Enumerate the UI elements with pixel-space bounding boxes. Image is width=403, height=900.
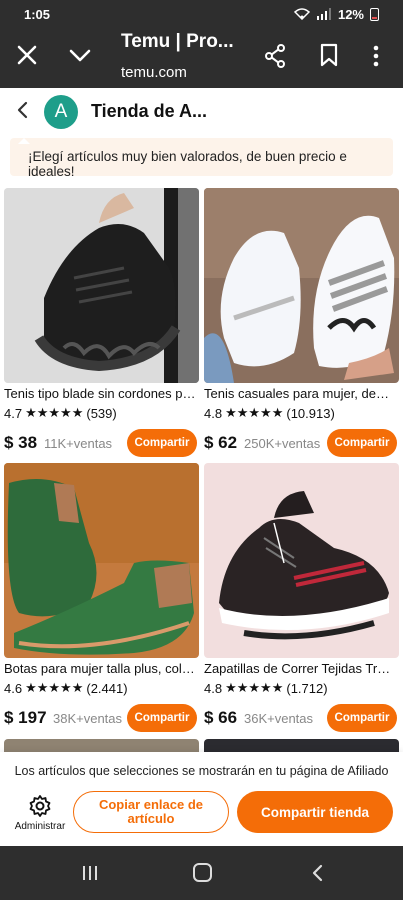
share-product-button[interactable]: Compartir xyxy=(127,704,197,732)
product-image-running-shoes[interactable] xyxy=(204,463,399,658)
bookmark-icon[interactable] xyxy=(320,43,338,67)
product-price: $ 197 xyxy=(4,708,47,727)
product-name[interactable]: Tenis casuales para mujer, deportivos... xyxy=(204,386,396,401)
rating-value: 4.6 xyxy=(4,680,23,696)
product-image-white-sneakers[interactable] xyxy=(204,188,399,383)
product-name[interactable]: Zapatillas de Correr Tejidas Transpirabl… xyxy=(204,661,396,676)
review-count: (1.712) xyxy=(286,680,328,696)
star-rating-icon: ★★★★★ xyxy=(25,680,84,695)
product-image-partial xyxy=(4,739,199,753)
battery-icon xyxy=(370,7,379,21)
copy-item-link-button[interactable]: Copiar enlace de artículo xyxy=(73,791,229,833)
signal-icon xyxy=(316,8,331,20)
product-card[interactable]: Botas para mujer talla plus, color verde… xyxy=(4,463,199,732)
status-bar: 1:05 12% xyxy=(24,6,379,22)
browser-header: 1:05 12% Temu | Pro... temu.com xyxy=(0,0,403,88)
sales-count: 250K+ventas xyxy=(244,436,321,451)
sales-count: 36K+ventas xyxy=(244,711,314,726)
star-rating-icon: ★★★★★ xyxy=(25,405,84,420)
rating-value: 4.8 xyxy=(204,405,223,421)
share-product-button[interactable]: Compartir xyxy=(127,429,197,457)
back-icon[interactable] xyxy=(311,864,323,882)
product-rating: 4.6 ★★★★★ (2.441) xyxy=(4,680,199,696)
battery-percent: 12% xyxy=(337,6,364,22)
more-options-icon[interactable] xyxy=(371,44,381,68)
status-icons: 12% xyxy=(293,6,379,22)
product-price: $ 38 xyxy=(4,433,38,452)
system-nav-bar xyxy=(0,846,403,900)
product-price: $ 66 xyxy=(204,708,238,727)
product-image-green-boots[interactable] xyxy=(4,463,199,658)
product-card[interactable]: Zapatillas de Correr Tejidas Transpirabl… xyxy=(204,463,399,732)
share-product-button[interactable]: Compartir xyxy=(327,429,397,457)
share-product-button[interactable]: Compartir xyxy=(327,704,397,732)
product-price: $ 62 xyxy=(204,433,238,452)
product-image-partial xyxy=(204,739,399,753)
manage-button[interactable]: Administrar xyxy=(14,794,66,832)
home-icon[interactable] xyxy=(193,863,212,882)
affiliate-action-panel: Los artículos que selecciones se mostrar… xyxy=(0,752,403,846)
manage-label: Administrar xyxy=(14,821,66,832)
product-rating: 4.8 ★★★★★ (1.712) xyxy=(204,680,399,696)
sales-count: 38K+ventas xyxy=(53,711,123,726)
product-image-black-sneaker[interactable] xyxy=(4,188,199,383)
product-name[interactable]: Botas para mujer talla plus, color verde xyxy=(4,661,196,676)
store-header: A Tienda de A... xyxy=(0,88,403,134)
share-icon[interactable] xyxy=(264,44,286,68)
review-count: (10.913) xyxy=(286,405,335,421)
wifi-icon xyxy=(293,8,310,20)
product-name[interactable]: Tenis tipo blade sin cordones para... xyxy=(4,386,196,401)
affiliate-info-text: Los artículos que selecciones se mostrar… xyxy=(14,764,389,778)
product-rating: 4.8 ★★★★★ (10.913) xyxy=(204,405,399,421)
chevron-down-icon[interactable] xyxy=(68,46,92,66)
page-title: Temu | Pro... xyxy=(121,31,234,52)
star-rating-icon: ★★★★★ xyxy=(225,405,284,420)
store-name: Tienda de A... xyxy=(91,101,208,121)
share-store-button[interactable]: Compartir tienda xyxy=(237,791,393,833)
recent-apps-icon[interactable] xyxy=(81,864,99,882)
star-rating-icon: ★★★★★ xyxy=(225,680,284,695)
promo-banner: ¡Elegí artículos muy bien valorados, de … xyxy=(10,138,393,179)
sales-count: 11K+ventas xyxy=(44,436,113,451)
product-card[interactable]: Tenis tipo blade sin cordones para... 4.… xyxy=(4,188,199,457)
close-icon[interactable] xyxy=(16,44,38,66)
product-card[interactable]: Tenis casuales para mujer, deportivos...… xyxy=(204,188,399,457)
custom-tab-toolbar: Temu | Pro... temu.com xyxy=(0,28,403,86)
product-rating: 4.7 ★★★★★ (539) xyxy=(4,405,199,421)
back-arrow-icon[interactable] xyxy=(16,101,28,119)
review-count: (2.441) xyxy=(86,680,128,696)
gear-icon xyxy=(29,795,51,817)
rating-value: 4.8 xyxy=(204,680,223,696)
page-url: temu.com xyxy=(121,64,187,81)
rating-value: 4.7 xyxy=(4,405,23,421)
status-time: 1:05 xyxy=(24,6,51,22)
review-count: (539) xyxy=(86,405,117,421)
store-avatar: A xyxy=(44,95,78,129)
